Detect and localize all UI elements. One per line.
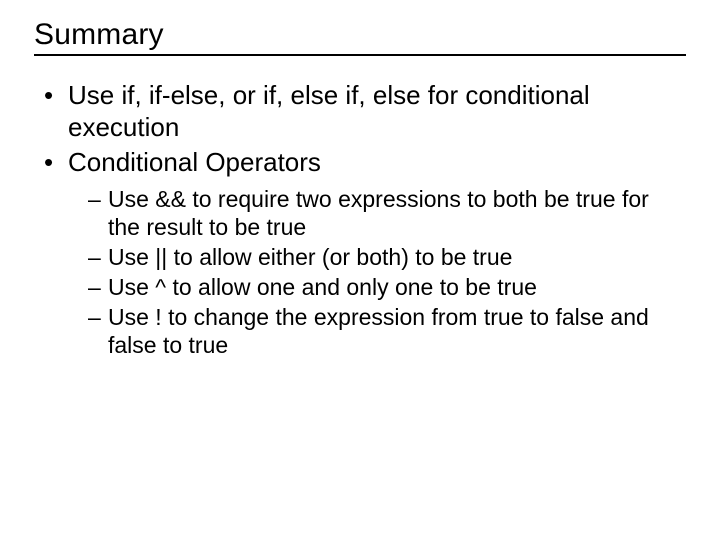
list-item: Use && to require two expressions to bot… xyxy=(88,185,686,241)
bullet-text: Conditional Operators xyxy=(68,147,321,177)
sub-bullet-list: Use && to require two expressions to bot… xyxy=(68,185,686,359)
list-item: Use ! to change the expression from true… xyxy=(88,303,686,359)
list-item: Conditional Operators Use && to require … xyxy=(40,147,686,359)
list-item: Use if, if-else, or if, else if, else fo… xyxy=(40,80,686,143)
list-item: Use || to allow either (or both) to be t… xyxy=(88,243,686,271)
list-item: Use ^ to allow one and only one to be tr… xyxy=(88,273,686,301)
bullet-text: Use ^ to allow one and only one to be tr… xyxy=(108,274,537,300)
bullet-text: Use ! to change the expression from true… xyxy=(108,304,649,358)
bullet-text: Use if, if-else, or if, else if, else fo… xyxy=(68,80,590,142)
bullet-text: Use || to allow either (or both) to be t… xyxy=(108,244,512,270)
slide: Summary Use if, if-else, or if, else if,… xyxy=(0,0,720,540)
page-title: Summary xyxy=(34,18,686,56)
bullet-list: Use if, if-else, or if, else if, else fo… xyxy=(34,80,686,359)
bullet-text: Use && to require two expressions to bot… xyxy=(108,186,649,240)
